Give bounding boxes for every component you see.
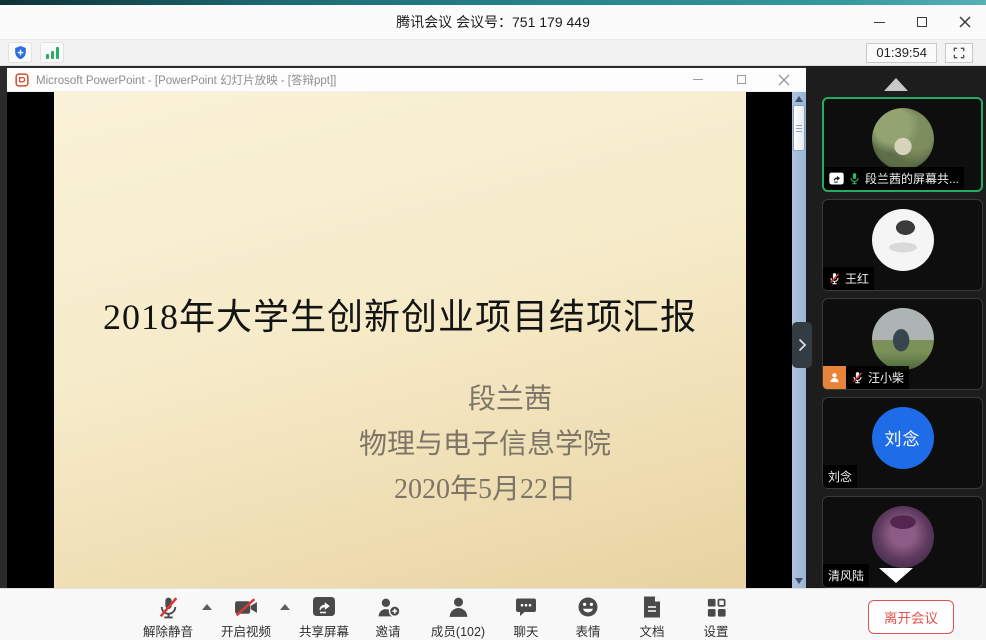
participant-tile-sharer[interactable]: 段兰茜的屏幕共... [822,97,983,192]
slide-date: 2020年5月22日 [224,467,746,512]
mic-options-caret[interactable] [200,595,214,640]
participants-scroll-up[interactable] [884,78,908,91]
scrollbar-thumb[interactable] [793,105,805,151]
smiley-icon [576,595,600,619]
leave-meeting-button[interactable]: 离开会议 [868,600,954,634]
maximize-button[interactable] [911,11,933,33]
powerpoint-title: Microsoft PowerPoint - [PowerPoint 幻灯片放映… [36,72,336,88]
ppt-maximize-button[interactable] [733,72,749,88]
status-bar: 01:39:54 [0,40,986,66]
slideshow-area: 2018年大学生创新创业项目结项汇报 段兰茜 物理与电子信息学院 2020年5月… [7,92,806,588]
avatar-initials: 刘念 [872,407,934,469]
titlebar: 腾讯会议 会议号：751 179 449 [0,5,986,40]
slide-title: 2018年大学生创新创业项目结项汇报 [54,288,746,340]
mic-muted-icon [156,595,181,620]
ppt-minimize-button[interactable] [690,72,706,88]
scrollbar-up-arrow[interactable] [795,96,803,102]
security-shield-button[interactable] [8,42,32,63]
bottom-toolbar: 解除静音 开启视频 [0,588,986,640]
window-title: 腾讯会议 会议号：751 179 449 [396,12,590,32]
participant-name: 汪小柴 [868,369,904,386]
participant-label: 王红 [823,267,874,290]
camera-off-icon [233,595,259,620]
close-button[interactable] [954,11,976,33]
network-signal-button[interactable] [40,42,64,63]
member-person-icon [446,595,471,620]
participant-name: 刘念 [828,468,852,485]
participant-name: 王红 [845,270,869,287]
avatar [872,209,934,271]
settings-button[interactable]: 设置 [684,595,748,640]
slide-department: 物理与电子信息学院 [224,422,746,467]
participant-label: 清风陆 [823,564,869,587]
avatar [872,108,934,170]
avatar [872,506,934,568]
mic-muted-icon [851,371,864,384]
invite-person-icon [376,595,401,620]
person-icon [828,371,841,384]
participant-name: 段兰茜的屏幕共... [865,170,959,187]
close-icon [959,16,971,28]
document-icon [641,595,663,619]
slide: 2018年大学生创新创业项目结项汇报 段兰茜 物理与电子信息学院 2020年5月… [54,92,746,588]
window-controls [868,5,976,39]
chat-bubble-icon [514,595,538,619]
participant-label: 汪小柴 [823,366,909,389]
shield-plus-icon [13,45,28,60]
share-screen-button[interactable]: 共享屏幕 [292,595,356,640]
participant-label: 刘念 [823,465,857,488]
hand-raised-badge [823,366,846,389]
meeting-timer: 01:39:54 [866,43,937,63]
mic-muted-icon [828,272,841,285]
participants-scroll-down[interactable] [879,568,913,583]
participant-name: 清风陆 [828,567,864,584]
participant-tile[interactable]: 汪小柴 [822,298,983,390]
participant-label: 段兰茜的屏幕共... [824,167,964,190]
signal-bars-icon [46,47,59,59]
sidebar-collapse-handle[interactable] [792,322,812,368]
powerpoint-titlebar: Microsoft PowerPoint - [PowerPoint 幻灯片放映… [7,68,806,92]
participants-sidebar: 段兰茜的屏幕共... 王红 [806,66,986,588]
ppt-close-icon [778,74,790,86]
apps-grid-icon [705,596,728,619]
share-screen-icon [312,596,336,618]
participant-tiles: 段兰茜的屏幕共... 王红 [822,97,983,588]
powerpoint-window: Microsoft PowerPoint - [PowerPoint 幻灯片放映… [7,68,806,588]
minimize-button[interactable] [868,11,890,33]
emoji-button[interactable]: 表情 [556,595,620,640]
powerpoint-window-controls [690,72,796,88]
participant-tile[interactable]: 刘念 刘念 [822,397,983,489]
screen-share-icon [829,172,844,185]
unmute-button[interactable]: 解除静音 [136,595,200,640]
start-video-button[interactable]: 开启视频 [214,595,278,640]
fullscreen-button[interactable] [945,43,973,63]
tencent-meeting-window: 腾讯会议 会议号：751 179 449 01:39:54 [0,0,986,640]
ppt-close-button[interactable] [776,72,792,88]
scrollbar-down-arrow[interactable] [795,578,803,584]
participant-tile[interactable]: 王红 [822,199,983,291]
toolbar-items: 解除静音 开启视频 [136,589,748,640]
avatar [872,308,934,370]
chevron-right-icon [797,338,807,352]
chat-button[interactable]: 聊天 [496,595,556,640]
invite-button[interactable]: 邀请 [356,595,420,640]
docs-button[interactable]: 文档 [620,595,684,640]
video-options-caret[interactable] [278,595,292,640]
fullscreen-icon [952,46,966,60]
slide-subtitle: 段兰茜 物理与电子信息学院 2020年5月22日 [54,377,746,512]
mic-on-icon [848,172,861,185]
slide-author: 段兰茜 [249,377,771,422]
powerpoint-icon [15,73,29,87]
members-button[interactable]: 成员(102) [420,595,496,640]
